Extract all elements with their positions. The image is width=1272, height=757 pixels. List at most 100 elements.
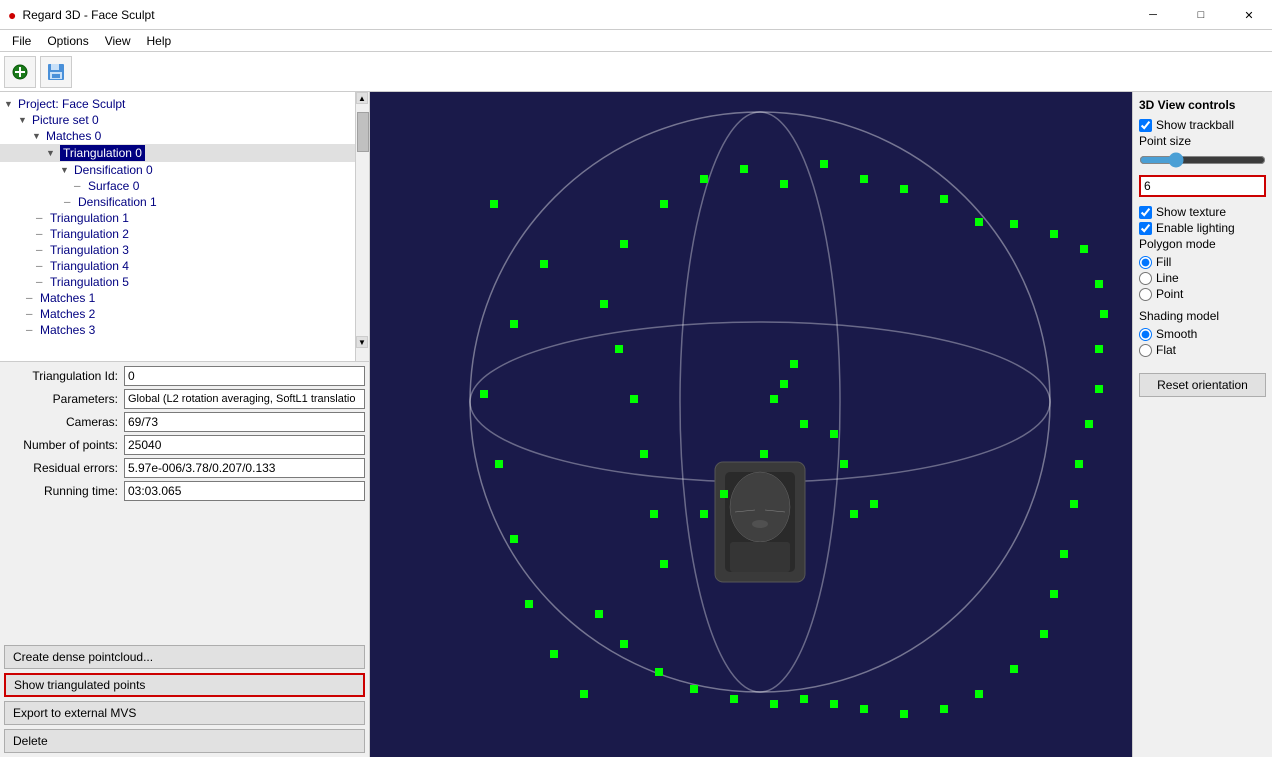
tree-item-pictureset[interactable]: ▼ Picture set 0 [0, 112, 369, 128]
tree-label-triangulation4: Triangulation 4 [50, 259, 129, 273]
prop-value-triangulation-id[interactable] [124, 366, 365, 386]
tree-item-triangulation3[interactable]: ─ Triangulation 3 [0, 242, 369, 258]
prop-row-cameras: Cameras: [4, 412, 365, 432]
tree-item-project[interactable]: ▼ Project: Face Sculpt [0, 96, 369, 112]
tree-item-surface0[interactable]: ─ Surface 0 [0, 178, 369, 194]
polygon-line-radio[interactable] [1139, 272, 1152, 285]
enable-lighting-row[interactable]: Enable lighting [1139, 221, 1266, 235]
tree-item-triangulation4[interactable]: ─ Triangulation 4 [0, 258, 369, 274]
tree-scroll-thumb[interactable] [357, 112, 369, 152]
point-size-slider[interactable] [1139, 152, 1266, 168]
tree-label-surface0: Surface 0 [88, 179, 139, 193]
prop-value-cameras[interactable] [124, 412, 365, 432]
tree-arrow-triangulation3: ─ [36, 245, 50, 255]
show-texture-row[interactable]: Show texture [1139, 205, 1266, 219]
prop-value-numpoints[interactable] [124, 435, 365, 455]
app-icon: ● [8, 7, 16, 23]
menu-options[interactable]: Options [39, 32, 96, 50]
prop-row-numpoints: Number of points: [4, 435, 365, 455]
minimize-button[interactable]: ─ [1130, 0, 1176, 30]
tree-item-triangulation0[interactable]: ▼ Triangulation 0 [0, 144, 369, 162]
prop-label-cameras: Cameras: [4, 415, 124, 429]
tree-item-matches3[interactable]: ─ Matches 3 [0, 322, 369, 338]
title-bar: ● Regard 3D - Face Sculpt ─ □ ✕ [0, 0, 1272, 30]
polygon-line-row[interactable]: Line [1139, 271, 1266, 285]
export-external-mvs-button[interactable]: Export to external MVS [4, 701, 365, 725]
tree-arrow-matches1: ─ [26, 293, 40, 303]
tree-scrollbar[interactable]: ▼ ▲ [355, 92, 369, 362]
enable-lighting-checkbox[interactable] [1139, 222, 1152, 235]
point-size-input[interactable]: 6 [1139, 175, 1266, 197]
prop-row-triangulation-id: Triangulation Id: [4, 366, 365, 386]
right-panel: 3D View controls Show trackball Point si… [1132, 92, 1272, 757]
polygon-point-row[interactable]: Point [1139, 287, 1266, 301]
polygon-fill-row[interactable]: Fill [1139, 255, 1266, 269]
shading-flat-label: Flat [1156, 343, 1176, 357]
show-trackball-label: Show trackball [1156, 118, 1234, 132]
show-trackball-checkbox[interactable] [1139, 119, 1152, 132]
create-dense-pointcloud-button[interactable]: Create dense pointcloud... [4, 645, 365, 669]
reset-orientation-button[interactable]: Reset orientation [1139, 373, 1266, 397]
tree-item-triangulation1[interactable]: ─ Triangulation 1 [0, 210, 369, 226]
delete-button[interactable]: Delete [4, 729, 365, 753]
prop-row-parameters: Parameters: [4, 389, 365, 409]
viewport[interactable] [370, 92, 1132, 757]
menu-view[interactable]: View [97, 32, 139, 50]
properties-panel: Triangulation Id: Parameters: Cameras: N… [0, 362, 369, 641]
polygon-fill-radio[interactable] [1139, 256, 1152, 269]
shading-flat-row[interactable]: Flat [1139, 343, 1266, 357]
prop-label-triangulation-id: Triangulation Id: [4, 369, 124, 383]
prop-value-running-time[interactable] [124, 481, 365, 501]
tree-item-densification1[interactable]: ─ Densification 1 [0, 194, 369, 210]
prop-row-residual: Residual errors: [4, 458, 365, 478]
tree-view[interactable]: ▼ Project: Face Sculpt ▼ Picture set 0 ▼… [0, 92, 369, 362]
tree-label-matches3: Matches 3 [40, 323, 95, 337]
tree-arrow-matches3: ─ [26, 325, 40, 335]
title-bar-text: Regard 3D - Face Sculpt [22, 8, 1264, 22]
scroll-up-btn[interactable]: ▲ [356, 92, 368, 104]
tree-arrow-triangulation2: ─ [36, 229, 50, 239]
tree-label-triangulation2: Triangulation 2 [50, 227, 129, 241]
close-button[interactable]: ✕ [1226, 0, 1272, 30]
show-trackball-row[interactable]: Show trackball [1139, 118, 1266, 132]
3d-object [715, 462, 805, 582]
prop-value-residual[interactable] [124, 458, 365, 478]
save-button[interactable] [40, 56, 72, 88]
point-size-slider-container[interactable] [1139, 152, 1266, 171]
maximize-button[interactable]: □ [1178, 0, 1224, 30]
polygon-mode-title: Polygon mode [1139, 237, 1266, 251]
polygon-point-label: Point [1156, 287, 1183, 301]
tree-item-matches1[interactable]: ─ Matches 1 [0, 290, 369, 306]
tree-item-triangulation5[interactable]: ─ Triangulation 5 [0, 274, 369, 290]
tree-label-triangulation3: Triangulation 3 [50, 243, 129, 257]
tree-label-project: Project: Face Sculpt [18, 97, 125, 111]
shading-smooth-label: Smooth [1156, 327, 1197, 341]
tree-item-matches2[interactable]: ─ Matches 2 [0, 306, 369, 322]
add-button[interactable] [4, 56, 36, 88]
point-size-section: Point size 6 [1139, 134, 1266, 197]
tree-arrow-matches0: ▼ [32, 131, 46, 141]
tree-item-matches0[interactable]: ▼ Matches 0 [0, 128, 369, 144]
tree-item-densification0[interactable]: ▼ Densification 0 [0, 162, 369, 178]
tree-label-densification0: Densification 0 [74, 163, 153, 177]
menu-file[interactable]: File [4, 32, 39, 50]
prop-label-parameters: Parameters: [4, 392, 124, 406]
prop-value-parameters[interactable] [124, 389, 365, 409]
polygon-fill-label: Fill [1156, 255, 1171, 269]
show-triangulated-points-button[interactable]: Show triangulated points [4, 673, 365, 697]
scroll-down-btn[interactable]: ▼ [356, 336, 368, 348]
shading-smooth-row[interactable]: Smooth [1139, 327, 1266, 341]
tree-arrow-densification1: ─ [64, 197, 78, 207]
polygon-mode-section: Polygon mode Fill Line Point [1139, 237, 1266, 301]
polygon-point-radio[interactable] [1139, 288, 1152, 301]
show-texture-checkbox[interactable] [1139, 206, 1152, 219]
show-texture-label: Show texture [1156, 205, 1226, 219]
prop-label-running-time: Running time: [4, 484, 124, 498]
tree-item-triangulation2[interactable]: ─ Triangulation 2 [0, 226, 369, 242]
shading-flat-radio[interactable] [1139, 344, 1152, 357]
tree-label-densification1: Densification 1 [78, 195, 157, 209]
menu-help[interactable]: Help [139, 32, 180, 50]
tree-arrow-matches2: ─ [26, 309, 40, 319]
tree-arrow-surface0: ─ [74, 181, 88, 191]
shading-smooth-radio[interactable] [1139, 328, 1152, 341]
